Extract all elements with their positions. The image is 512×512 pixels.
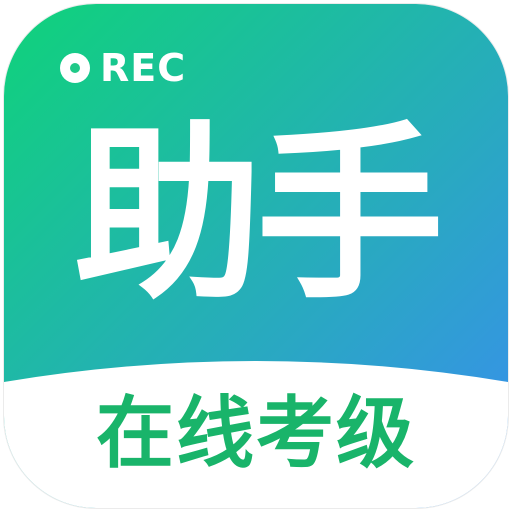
app-icon[interactable]: REC 助手 在线考级 bbox=[4, 4, 508, 508]
app-icon-canvas: REC 助手 在线考级 bbox=[0, 0, 512, 512]
record-dot-icon bbox=[60, 53, 90, 83]
rec-label: REC bbox=[100, 46, 187, 90]
app-subtitle: 在线考级 bbox=[95, 389, 416, 479]
app-title: 助手 bbox=[74, 106, 444, 325]
rec-badge: REC bbox=[60, 48, 186, 88]
